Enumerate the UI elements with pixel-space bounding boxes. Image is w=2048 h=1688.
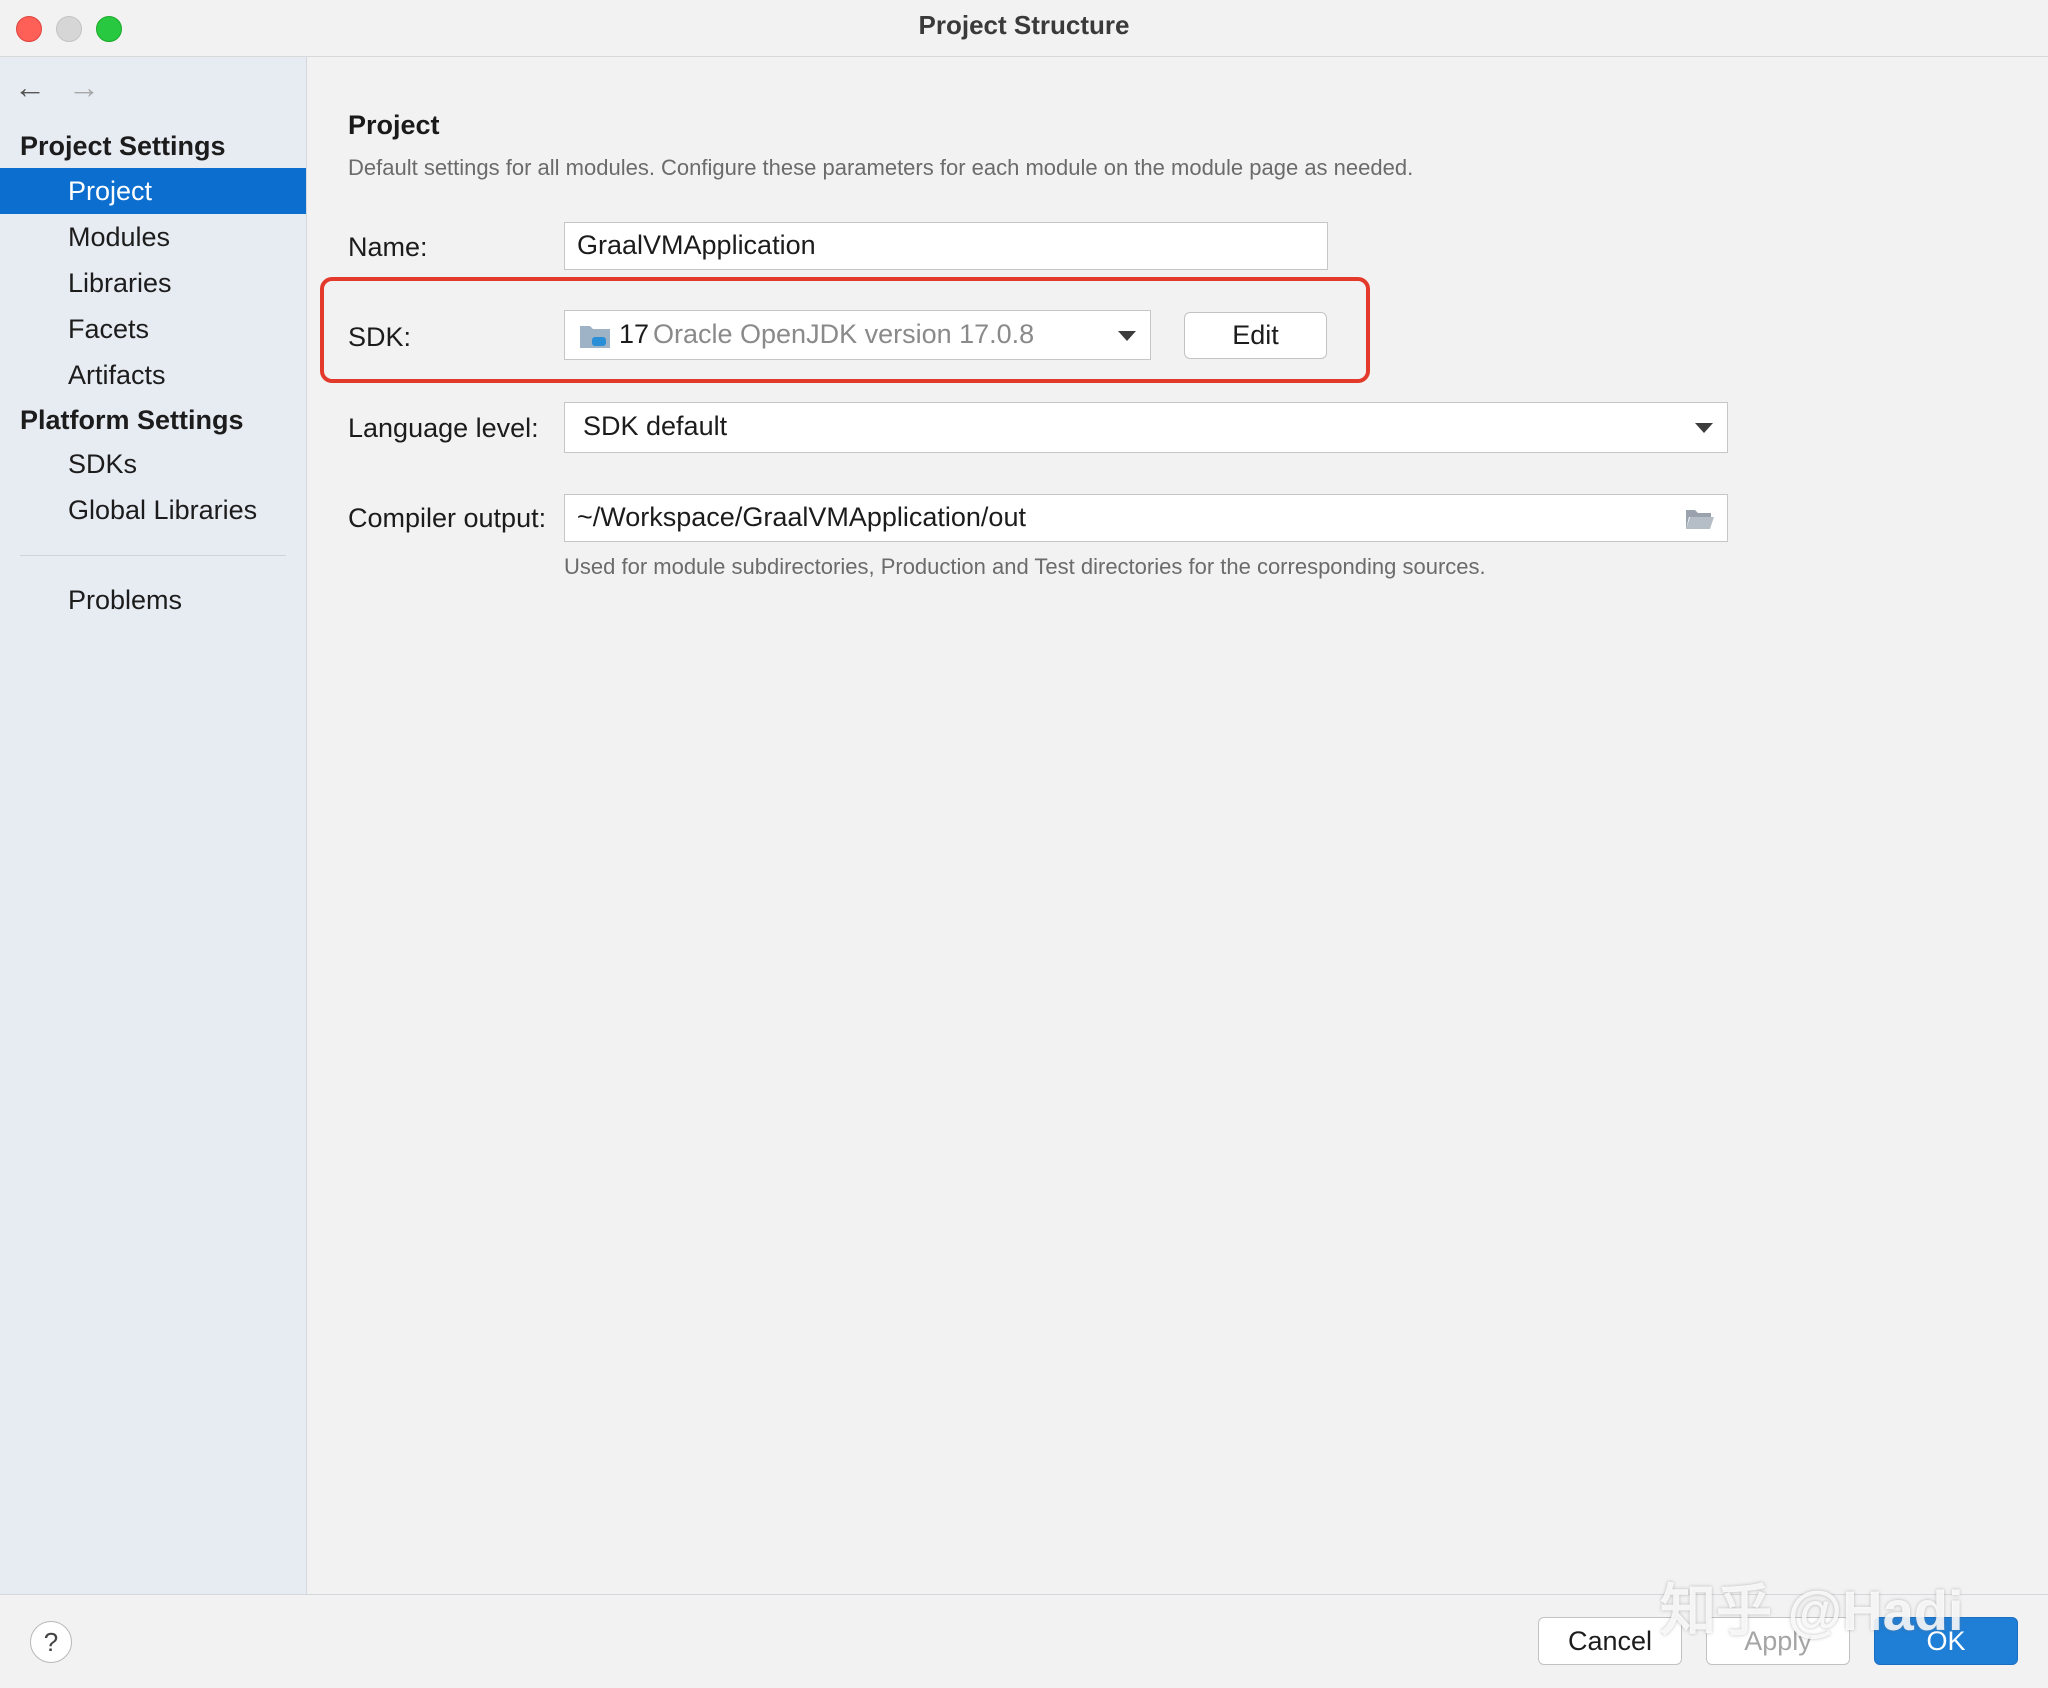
language-level-label: Language level: <box>348 413 539 443</box>
sidebar-item-libraries[interactable]: Libraries <box>0 260 306 306</box>
sidebar: ← → Project Settings Project Modules Lib… <box>0 57 307 1594</box>
title-bar: Project Structure <box>0 0 2048 57</box>
name-label: Name: <box>348 232 428 262</box>
sidebar-item-label: Libraries <box>68 268 172 298</box>
sidebar-item-label: Artifacts <box>68 360 166 390</box>
sidebar-item-sdks[interactable]: SDKs <box>0 441 306 487</box>
sidebar-item-label: Modules <box>68 222 171 252</box>
name-field[interactable]: GraalVMApplication <box>564 222 1328 270</box>
language-level-select[interactable]: SDK default <box>564 402 1728 453</box>
compiler-output-label: Compiler output: <box>348 503 547 533</box>
sidebar-item-project[interactable]: Project <box>0 168 306 214</box>
project-structure-window: Project Structure ← → Project Settings P… <box>0 0 2048 1688</box>
sidebar-divider <box>20 555 286 556</box>
sidebar-item-label: Problems <box>68 585 183 615</box>
sidebar-item-facets[interactable]: Facets <box>0 306 306 352</box>
help-button[interactable]: ? <box>30 1621 72 1663</box>
sidebar-item-artifacts[interactable]: Artifacts <box>0 352 306 398</box>
sidebar-item-modules[interactable]: Modules <box>0 214 306 260</box>
sidebar-item-label: Facets <box>68 314 150 344</box>
page-title: Project <box>348 110 440 140</box>
project-settings-header: Project Settings <box>20 131 226 161</box>
sidebar-item-label: Project <box>68 176 153 206</box>
compiler-output-value: ~/Workspace/GraalVMApplication/out <box>577 502 1026 532</box>
forward-arrow-icon[interactable]: → <box>68 69 100 106</box>
language-level-value: SDK default <box>583 411 728 441</box>
watermark: 知乎 @Hadi <box>1660 1579 1964 1642</box>
sidebar-item-global-libraries[interactable]: Global Libraries <box>0 487 306 533</box>
chevron-down-icon <box>1695 423 1713 433</box>
compiler-output-field[interactable]: ~/Workspace/GraalVMApplication/out <box>564 494 1728 542</box>
compiler-output-hint: Used for module subdirectories, Producti… <box>564 554 1486 579</box>
sdk-highlight-annotation <box>320 277 1370 383</box>
sidebar-item-label: SDKs <box>68 449 138 479</box>
window-title: Project Structure <box>918 10 1130 40</box>
sidebar-item-label: Global Libraries <box>68 495 258 525</box>
platform-settings-header: Platform Settings <box>20 405 244 435</box>
page-description: Default settings for all modules. Config… <box>348 155 1414 180</box>
back-arrow-icon[interactable]: ← <box>14 69 46 106</box>
sidebar-item-problems[interactable]: Problems <box>0 577 306 623</box>
folder-open-icon[interactable] <box>1685 507 1715 529</box>
